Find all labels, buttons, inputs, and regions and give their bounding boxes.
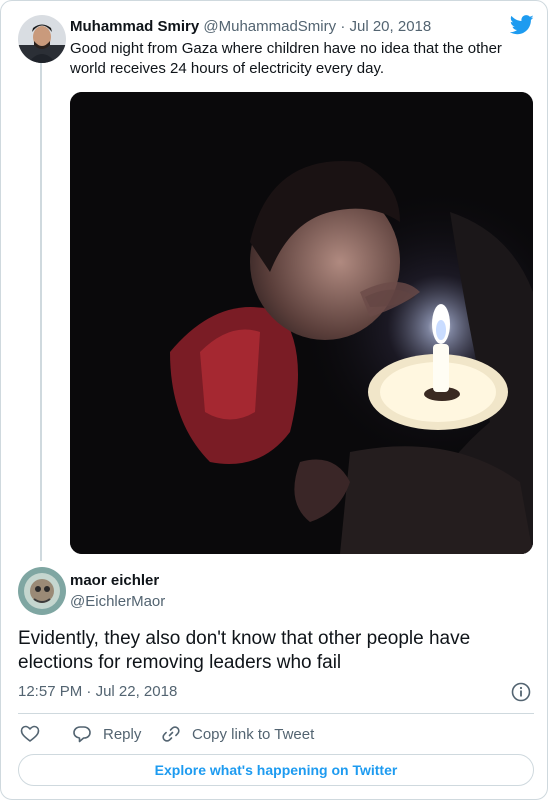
reply-button-label: Reply bbox=[103, 725, 142, 743]
tweet-time[interactable]: 12:57 PM bbox=[18, 683, 82, 700]
heart-icon bbox=[20, 725, 40, 742]
speech-bubble-icon bbox=[73, 726, 91, 743]
timestamp-separator: · bbox=[86, 683, 92, 700]
copy-link-button[interactable]: Copy link to Tweet bbox=[161, 723, 314, 745]
embedded-tweet-card: Muhammad Smiry @MuhammadSmiry · Jul 20, … bbox=[0, 0, 548, 800]
header-separator: · bbox=[340, 18, 346, 35]
tweet-timestamp[interactable]: 12:57 PM · Jul 22, 2018 bbox=[18, 683, 177, 701]
reply-author-avatar[interactable] bbox=[18, 567, 66, 615]
reply-author-handle[interactable]: @EichlerMaor bbox=[70, 593, 165, 611]
reply-author-name[interactable]: maor eichler bbox=[70, 572, 159, 590]
reply-button[interactable]: Reply bbox=[72, 723, 141, 745]
link-icon bbox=[162, 726, 180, 742]
quoted-tweet-date[interactable]: Jul 20, 2018 bbox=[349, 18, 431, 35]
copy-link-label: Copy link to Tweet bbox=[192, 725, 315, 743]
actions-divider bbox=[18, 713, 534, 714]
like-button[interactable] bbox=[20, 723, 51, 745]
reply-tweet-text: Evidently, they also don't know that oth… bbox=[18, 628, 471, 673]
info-icon[interactable] bbox=[511, 682, 531, 707]
tweet-photo[interactable] bbox=[70, 92, 533, 554]
quoted-author-avatar[interactable] bbox=[18, 15, 66, 63]
twitter-bird-icon[interactable] bbox=[509, 15, 534, 40]
explore-twitter-button[interactable]: Explore what's happening on Twitter bbox=[18, 754, 534, 786]
thread-connector-line bbox=[40, 63, 42, 561]
tweet-date[interactable]: Jul 22, 2018 bbox=[96, 683, 178, 700]
quoted-tweet-text: Good night from Gaza where children have… bbox=[70, 40, 502, 77]
quoted-tweet-header: Muhammad Smiry @MuhammadSmiry · Jul 20, … bbox=[70, 18, 431, 36]
quoted-author-handle[interactable]: @MuhammadSmiry bbox=[203, 18, 336, 35]
quoted-author-name[interactable]: Muhammad Smiry bbox=[70, 18, 199, 35]
